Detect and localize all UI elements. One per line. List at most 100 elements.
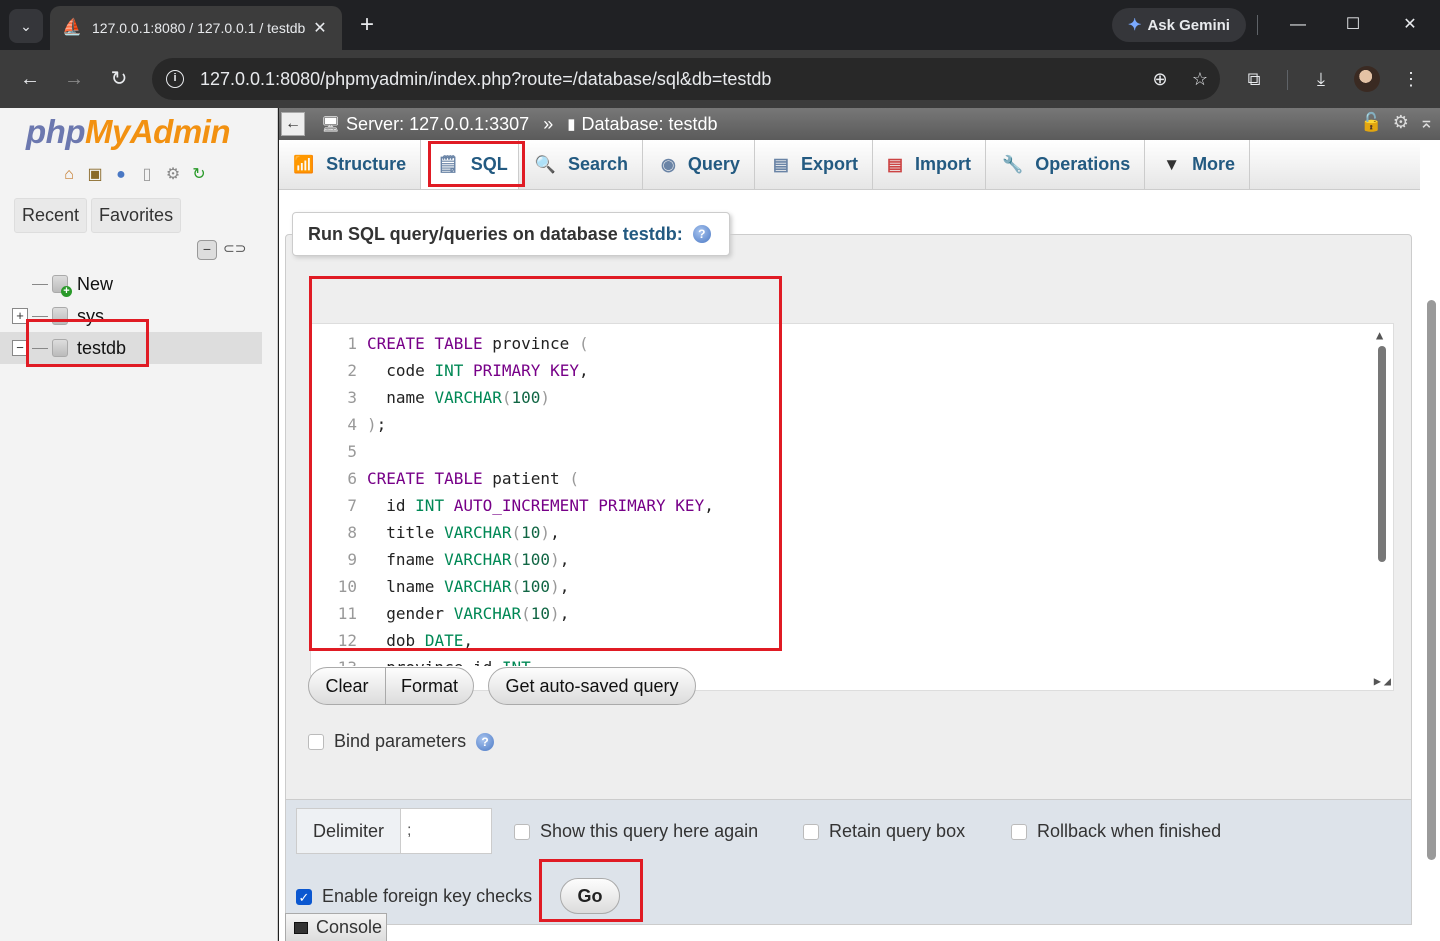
foreign-key-checks-checkbox[interactable]: ✓: [296, 888, 312, 905]
zoom-icon[interactable]: ⊕: [1140, 69, 1180, 90]
code-lines[interactable]: 1 CREATE TABLE province (2 code INT PRIMA…: [311, 330, 1371, 666]
scroll-up-icon[interactable]: ▲: [1376, 328, 1383, 342]
bind-parameters-option[interactable]: Bind parameters ?: [308, 731, 495, 752]
breadcrumb-database[interactable]: Database: testdb: [581, 114, 717, 135]
scroll-thumb[interactable]: [1378, 346, 1386, 562]
tab-close-icon[interactable]: ✕: [310, 18, 330, 38]
sql-editor[interactable]: 1 CREATE TABLE province (2 code INT PRIMA…: [310, 323, 1394, 691]
tab-search-dropdown-icon[interactable]: ⌄: [9, 9, 43, 43]
logout-icon[interactable]: ▣: [84, 164, 106, 186]
site-info-icon[interactable]: i: [166, 70, 184, 88]
reload-nav-icon[interactable]: ↻: [188, 164, 210, 186]
database-link[interactable]: testdb:: [623, 224, 683, 245]
code-line[interactable]: 3 name VARCHAR(100): [311, 384, 1371, 411]
format-button[interactable]: Format: [385, 667, 474, 705]
console-toggle[interactable]: Console: [285, 913, 387, 941]
tab-label: SQL: [470, 154, 508, 174]
bookmark-star-icon[interactable]: ☆: [1180, 69, 1220, 90]
collapse-nav-arrow-icon[interactable]: ←: [281, 112, 305, 136]
settings-gear-icon[interactable]: ⚙: [162, 164, 184, 186]
help-icon[interactable]: ●: [110, 164, 132, 186]
page-vertical-scrollbar[interactable]: [1424, 190, 1438, 940]
new-tab-button[interactable]: +: [352, 10, 382, 40]
tab-import[interactable]: ▤ Import: [873, 140, 987, 189]
browser-menu-icon[interactable]: ⋮: [1396, 64, 1426, 94]
export-icon: ▤: [772, 154, 789, 174]
code-line[interactable]: 7 id INT AUTO_INCREMENT PRIMARY KEY,: [311, 492, 1371, 519]
url-text[interactable]: 127.0.0.1:8080/phpmyadmin/index.php?rout…: [200, 69, 1140, 90]
forward-arrow-icon[interactable]: →: [59, 64, 89, 94]
tab-search[interactable]: 🔍 Search: [519, 140, 644, 189]
settings-gear-icon[interactable]: ⚙: [1393, 112, 1409, 133]
code-line[interactable]: 12 dob DATE,: [311, 627, 1371, 654]
code-line[interactable]: 8 title VARCHAR(10),: [311, 519, 1371, 546]
extensions-icon[interactable]: ⧉: [1239, 64, 1269, 94]
get-autosaved-query-button[interactable]: Get auto-saved query: [488, 667, 696, 705]
legend-text: Run SQL query/queries on database: [308, 223, 618, 244]
help-icon[interactable]: ?: [476, 732, 495, 751]
phpmyadmin-logo[interactable]: phpMyAdmin: [26, 113, 231, 151]
code-line[interactable]: 10 lname VARCHAR(100),: [311, 573, 1371, 600]
delimiter-input[interactable]: ;: [401, 809, 491, 853]
retain-query-box-checkbox[interactable]: [803, 823, 819, 840]
tab-operations[interactable]: 🔧 Operations: [986, 140, 1146, 189]
collapse-top-icon[interactable]: ⌅: [1419, 112, 1434, 133]
tab-sql[interactable]: 🗒 SQL: [421, 140, 519, 189]
download-icon[interactable]: ⤓: [1306, 64, 1336, 94]
code-line[interactable]: 5: [311, 438, 1371, 465]
profile-avatar[interactable]: [1354, 66, 1380, 92]
collapse-minus-icon[interactable]: −: [12, 340, 28, 356]
bind-parameters-checkbox[interactable]: [308, 733, 324, 750]
expand-plus-icon[interactable]: +: [12, 308, 28, 324]
clear-button[interactable]: Clear: [308, 667, 386, 705]
resize-handle-icon[interactable]: ◢: [1384, 674, 1391, 688]
tree-item-testdb[interactable]: − testdb: [0, 332, 262, 364]
help-icon[interactable]: ?: [692, 225, 711, 243]
main-content: ← 🖥 Server: 127.0.0.1:3307 » ▮ Database:…: [279, 108, 1440, 941]
code-line[interactable]: 2 code INT PRIMARY KEY,: [311, 357, 1371, 384]
reload-icon[interactable]: ↻: [104, 64, 134, 94]
foreign-key-checks-option[interactable]: ✓ Enable foreign key checks: [296, 886, 532, 907]
editor-vertical-scrollbar[interactable]: ▲: [1375, 324, 1389, 674]
docs-icon[interactable]: ▯: [136, 164, 158, 186]
tab-structure[interactable]: 📶 Structure: [279, 140, 422, 189]
collapse-all-icon[interactable]: −: [197, 240, 217, 260]
home-icon[interactable]: ⌂: [58, 164, 80, 186]
code-text: id INT AUTO_INCREMENT PRIMARY KEY,: [386, 496, 714, 515]
maximize-icon[interactable]: ☐: [1338, 10, 1368, 40]
minimize-icon[interactable]: —: [1283, 10, 1313, 40]
recent-tab[interactable]: Recent: [14, 198, 88, 233]
tree-item-new[interactable]: New: [12, 268, 262, 300]
close-window-icon[interactable]: ✕: [1395, 10, 1425, 40]
show-query-again-option[interactable]: Show this query here again: [514, 821, 758, 842]
code-line[interactable]: 1 CREATE TABLE province (: [311, 330, 1371, 357]
code-line[interactable]: 11 gender VARCHAR(10),: [311, 600, 1371, 627]
delimiter-label: Delimiter: [297, 809, 401, 853]
back-arrow-icon[interactable]: ←: [15, 64, 45, 94]
rollback-option[interactable]: Rollback when finished: [1011, 821, 1221, 842]
tab-query[interactable]: ◉ Query: [643, 140, 755, 189]
tab-more[interactable]: ▼ More: [1145, 140, 1251, 189]
lock-icon[interactable]: 🔓: [1360, 112, 1382, 133]
browser-tab[interactable]: ⛵ 127.0.0.1:8080 / 127.0.0.1 / testdb ✕: [50, 6, 342, 50]
link-with-main-icon[interactable]: ⊂⊃: [223, 240, 246, 260]
favorites-tab[interactable]: Favorites: [91, 198, 182, 233]
recent-favorites-tabs: Recent Favorites: [14, 198, 182, 233]
code-line[interactable]: 13 province_id INT: [311, 654, 1371, 666]
scroll-right-icon[interactable]: ▶: [1374, 674, 1381, 688]
breadcrumb-server[interactable]: Server: 127.0.0.1:3307: [346, 114, 529, 135]
rollback-checkbox[interactable]: [1011, 823, 1027, 840]
address-bar[interactable]: i 127.0.0.1:8080/phpmyadmin/index.php?ro…: [152, 58, 1220, 100]
code-line[interactable]: 9 fname VARCHAR(100),: [311, 546, 1371, 573]
go-button[interactable]: Go: [560, 878, 620, 914]
code-line[interactable]: 4);: [311, 411, 1371, 438]
breadcrumb-separator: »: [543, 113, 554, 134]
ask-gemini-button[interactable]: ✦ Ask Gemini: [1112, 8, 1246, 42]
code-line[interactable]: 6 CREATE TABLE patient (: [311, 465, 1371, 492]
show-query-again-checkbox[interactable]: [514, 823, 530, 840]
tree-item-label: sys: [77, 305, 104, 326]
tab-export[interactable]: ▤ Export: [755, 140, 873, 189]
page-scroll-thumb[interactable]: [1427, 300, 1436, 860]
tree-item-sys[interactable]: + sys: [12, 300, 262, 332]
retain-query-box-option[interactable]: Retain query box: [803, 821, 965, 842]
